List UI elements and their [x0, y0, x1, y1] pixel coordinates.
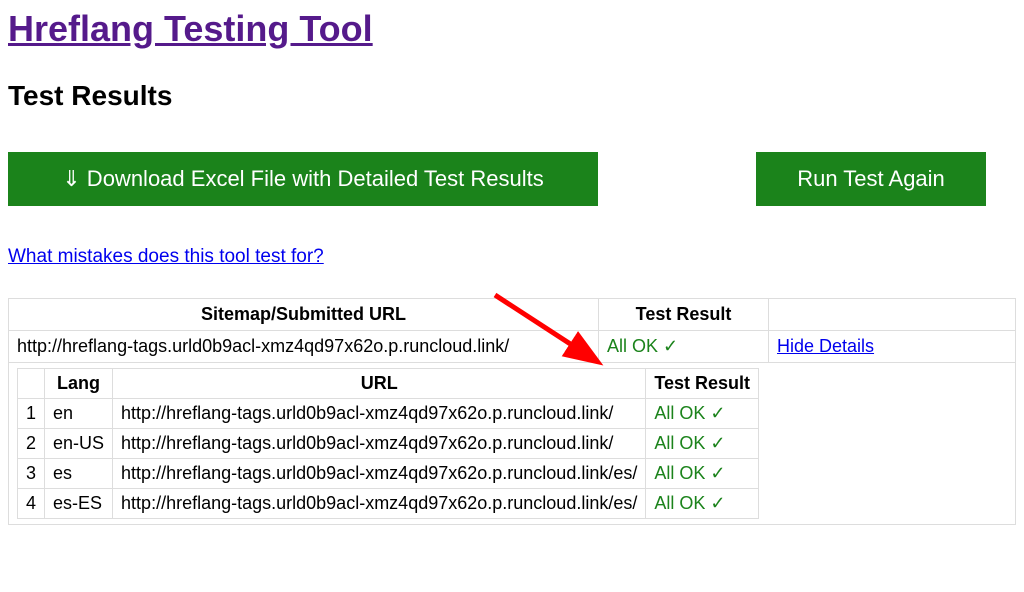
hide-details-link[interactable]: Hide Details [777, 336, 874, 356]
table-row: 4es-EShttp://hreflang-tags.urld0b9acl-xm… [18, 489, 759, 519]
details-cell: Hide Details [769, 331, 1016, 363]
cell-url: http://hreflang-tags.urld0b9acl-xmz4qd97… [113, 399, 646, 429]
cell-lang: es-ES [45, 489, 113, 519]
cell-result: All OK ✓ [646, 459, 759, 489]
cell-n: 2 [18, 429, 45, 459]
help-link[interactable]: What mistakes does this tool test for? [8, 246, 324, 268]
col-header-actions [769, 299, 1016, 331]
check-icon: ✓ [710, 403, 725, 423]
results-table: Sitemap/Submitted URL Test Result http:/… [8, 298, 1016, 525]
cell-n: 4 [18, 489, 45, 519]
download-button[interactable]: ⇓ Download Excel File with Detailed Test… [8, 152, 598, 206]
page-title-link[interactable]: Hreflang Testing Tool [8, 8, 373, 49]
inner-col-result: Test Result [646, 369, 759, 399]
sub-heading: Test Results [8, 80, 1016, 112]
cell-lang: en-US [45, 429, 113, 459]
overall-result-cell: All OK ✓ [599, 331, 769, 363]
col-header-result: Test Result [599, 299, 769, 331]
details-table: Lang URL Test Result 1enhttp://hreflang-… [17, 368, 759, 519]
check-icon: ✓ [710, 493, 725, 513]
table-row: 2en-UShttp://hreflang-tags.urld0b9acl-xm… [18, 429, 759, 459]
overall-status-text: All OK [607, 336, 658, 356]
inner-col-n [18, 369, 45, 399]
submitted-url-cell: http://hreflang-tags.urld0b9acl-xmz4qd97… [9, 331, 599, 363]
cell-n: 3 [18, 459, 45, 489]
details-container: Lang URL Test Result 1enhttp://hreflang-… [9, 363, 1016, 525]
check-icon: ✓ [663, 336, 678, 356]
cell-lang: es [45, 459, 113, 489]
check-icon: ✓ [710, 463, 725, 483]
cell-url: http://hreflang-tags.urld0b9acl-xmz4qd97… [113, 459, 646, 489]
table-row: 3eshttp://hreflang-tags.urld0b9acl-xmz4q… [18, 459, 759, 489]
cell-result: All OK ✓ [646, 399, 759, 429]
cell-result: All OK ✓ [646, 489, 759, 519]
page-title: Hreflang Testing Tool [8, 8, 1016, 50]
inner-col-lang: Lang [45, 369, 113, 399]
check-icon: ✓ [710, 433, 725, 453]
table-row: 1enhttp://hreflang-tags.urld0b9acl-xmz4q… [18, 399, 759, 429]
cell-result: All OK ✓ [646, 429, 759, 459]
col-header-url: Sitemap/Submitted URL [9, 299, 599, 331]
button-row: ⇓ Download Excel File with Detailed Test… [8, 152, 1016, 206]
run-again-button[interactable]: Run Test Again [756, 152, 986, 206]
cell-lang: en [45, 399, 113, 429]
cell-n: 1 [18, 399, 45, 429]
cell-url: http://hreflang-tags.urld0b9acl-xmz4qd97… [113, 489, 646, 519]
cell-url: http://hreflang-tags.urld0b9acl-xmz4qd97… [113, 429, 646, 459]
inner-col-url: URL [113, 369, 646, 399]
